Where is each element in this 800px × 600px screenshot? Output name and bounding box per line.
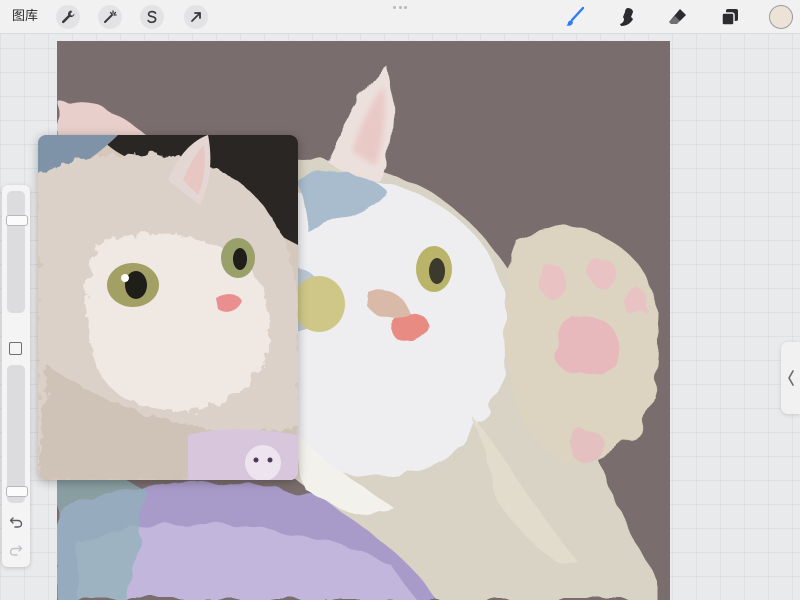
redo-icon — [9, 545, 23, 556]
reference-photo — [38, 135, 298, 480]
brush-tool-button[interactable] — [562, 4, 588, 30]
chevron-left-icon — [787, 370, 794, 386]
smudge-tool-button[interactable] — [614, 4, 640, 30]
brush-icon — [566, 6, 585, 26]
modify-button[interactable] — [9, 342, 22, 355]
toolbar-drag-handle[interactable] — [393, 6, 407, 10]
eraser-icon — [669, 9, 686, 24]
arrow-cursor-icon — [191, 12, 201, 22]
color-swatch[interactable] — [769, 5, 793, 29]
top-toolbar: 图库 — [0, 0, 800, 34]
eraser-tool-button[interactable] — [665, 4, 691, 30]
transform-button[interactable] — [184, 5, 208, 29]
smudge-icon — [620, 8, 633, 26]
undo-button[interactable] — [7, 513, 25, 531]
undo-icon — [9, 517, 23, 528]
gallery-button[interactable]: 图库 — [12, 7, 38, 27]
opacity-slider[interactable] — [6, 365, 28, 503]
actions-button[interactable] — [56, 5, 80, 29]
left-sidebar — [2, 185, 30, 567]
wrench-icon — [61, 10, 75, 24]
redo-button[interactable] — [7, 541, 25, 559]
reference-image-window[interactable] — [38, 135, 298, 480]
brush-size-slider[interactable] — [6, 191, 28, 313]
opacity-thumb[interactable] — [6, 485, 28, 497]
brush-size-thumb[interactable] — [6, 215, 28, 227]
layers-icon — [721, 9, 738, 26]
right-panel-handle[interactable] — [781, 342, 800, 414]
adjustments-button[interactable] — [98, 5, 122, 29]
magic-wand-icon — [104, 10, 117, 23]
layers-button[interactable] — [717, 4, 743, 30]
selection-button[interactable] — [140, 5, 164, 29]
selection-s-icon — [147, 10, 157, 24]
